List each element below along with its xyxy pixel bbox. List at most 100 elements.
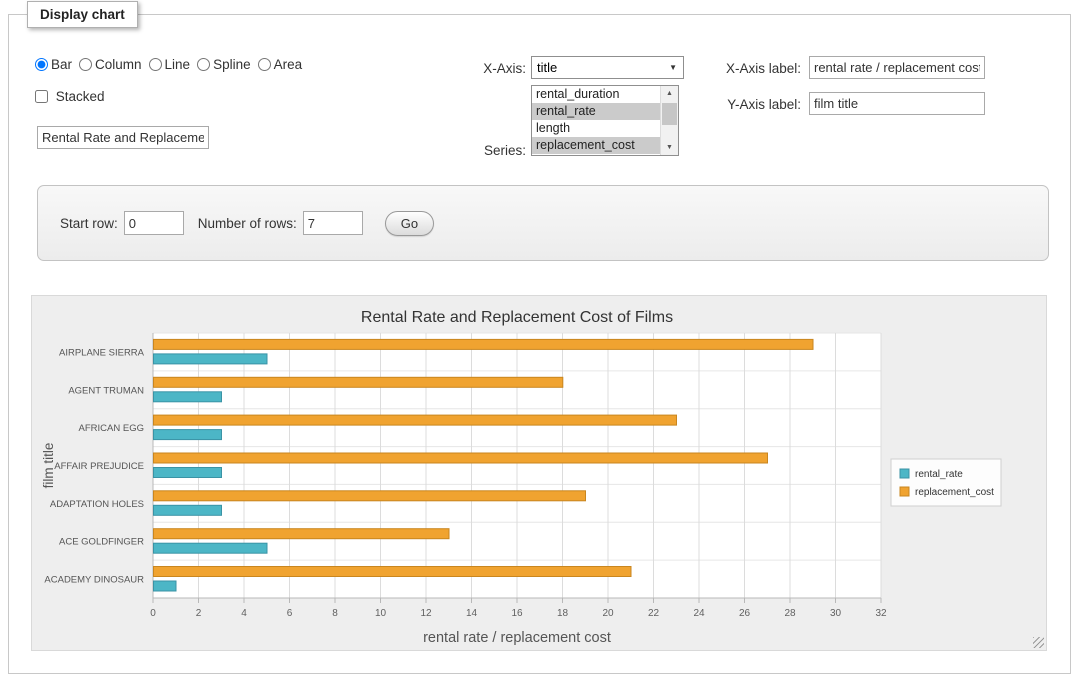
category-label: ADAPTATION HOLES xyxy=(50,499,144,510)
x-tick-label: 2 xyxy=(196,608,202,619)
legend-box xyxy=(891,459,1001,506)
category-label: AFFAIR PREJUDICE xyxy=(54,461,144,472)
x-tick-label: 6 xyxy=(287,608,293,619)
legend-label: replacement_cost xyxy=(915,487,994,498)
category-label: ACE GOLDFINGER xyxy=(59,537,144,548)
x-tick-label: 20 xyxy=(602,608,614,619)
x-tick-label: 32 xyxy=(875,608,887,619)
x-tick-label: 8 xyxy=(332,608,338,619)
y-axis-title: film title xyxy=(41,443,56,489)
start-row-label: Start row: xyxy=(60,216,118,231)
xaxis-select[interactable]: title ▼ xyxy=(531,56,684,79)
resize-handle-icon[interactable] xyxy=(1033,637,1044,648)
chart-type-radio-label: Column xyxy=(95,57,142,72)
chart-title: Rental Rate and Replacement Cost of Film… xyxy=(361,309,673,326)
legend-swatch xyxy=(900,469,909,478)
chart-type-radios: Bar Column Line Spline Area xyxy=(35,57,309,72)
category-label: AFRICAN EGG xyxy=(79,423,144,434)
yaxis-field-label: Y-Axis label: xyxy=(677,97,801,112)
bar-replacement_cost xyxy=(154,339,814,349)
chart-type-spline[interactable]: Spline xyxy=(197,57,251,72)
chart-type-radio-label: Area xyxy=(274,57,303,72)
x-tick-label: 16 xyxy=(511,608,523,619)
bar-rental_rate xyxy=(154,430,222,440)
scrollbar-thumb[interactable] xyxy=(662,103,677,125)
stacked-checkbox-row[interactable]: Stacked xyxy=(35,89,105,104)
chart-panel: 02468101214161820222426283032AIRPLANE SI… xyxy=(31,295,1047,651)
chart-title-input[interactable] xyxy=(37,126,209,149)
xaxis-label-input[interactable] xyxy=(809,56,985,79)
chart-type-radio-label: Spline xyxy=(213,57,251,72)
legend-item-replacement_cost[interactable]: replacement_cost xyxy=(900,487,994,498)
row-controls-panel: Start row: Number of rows: Go xyxy=(37,185,1049,261)
bar-replacement_cost xyxy=(154,377,563,387)
x-tick-label: 30 xyxy=(830,608,842,619)
num-rows-label: Number of rows: xyxy=(198,216,297,231)
legend-item-rental_rate[interactable]: rental_rate xyxy=(900,469,963,480)
chart-type-column[interactable]: Column xyxy=(79,57,142,72)
x-tick-label: 12 xyxy=(420,608,432,619)
x-tick-label: 0 xyxy=(150,608,156,619)
chart-type-area[interactable]: Area xyxy=(258,57,303,72)
bar-rental_rate xyxy=(154,505,222,515)
category-label: AGENT TRUMAN xyxy=(68,385,144,396)
bar-rental_rate xyxy=(154,581,177,591)
panel-legend: Display chart xyxy=(27,1,138,28)
chart-type-line[interactable]: Line xyxy=(149,57,191,72)
bar-rental_rate xyxy=(154,468,222,478)
xaxis-field-label: X-Axis label: xyxy=(677,61,801,76)
chart-type-radio-line[interactable] xyxy=(149,58,162,71)
series-option-rental_duration[interactable]: rental_duration xyxy=(532,86,661,103)
x-tick-label: 28 xyxy=(784,608,796,619)
legend-label: rental_rate xyxy=(915,469,963,480)
series-listbox[interactable]: rental_durationrental_ratelengthreplacem… xyxy=(531,85,679,156)
series-option-replacement_cost[interactable]: replacement_cost xyxy=(532,137,661,154)
bar-rental_rate xyxy=(154,543,268,553)
page: Display chart Bar Column Line Spline Area St… xyxy=(0,0,1081,681)
x-tick-label: 22 xyxy=(648,608,660,619)
chart-type-radio-label: Line xyxy=(165,57,191,72)
chart-type-radio-label: Bar xyxy=(51,57,72,72)
scroll-up-icon[interactable]: ▲ xyxy=(661,86,678,101)
x-tick-label: 4 xyxy=(241,608,247,619)
series-options: rental_durationrental_ratelengthreplacem… xyxy=(532,86,661,155)
chart-type-bar[interactable]: Bar xyxy=(35,57,72,72)
legend-swatch xyxy=(900,487,909,496)
category-label: ACADEMY DINOSAUR xyxy=(44,575,144,586)
display-chart-panel: Display chart BarColumnLineSplineArea St… xyxy=(8,14,1071,674)
chart-type-radio-column[interactable] xyxy=(79,58,92,71)
category-label: AIRPLANE SIERRA xyxy=(59,347,145,358)
start-row-input[interactable] xyxy=(124,211,184,235)
series-option-rental_rate[interactable]: rental_rate xyxy=(532,103,661,120)
series-label: Series: xyxy=(426,143,526,158)
x-tick-label: 26 xyxy=(739,608,751,619)
go-button[interactable]: Go xyxy=(385,211,434,236)
bar-replacement_cost xyxy=(154,491,586,501)
bar-replacement_cost xyxy=(154,415,677,425)
scroll-down-icon[interactable]: ▼ xyxy=(661,140,678,155)
x-tick-label: 14 xyxy=(466,608,478,619)
bar-replacement_cost xyxy=(154,453,768,463)
xaxis-select-value: title xyxy=(537,60,557,75)
chart-type-radio-area[interactable] xyxy=(258,58,271,71)
bar-rental_rate xyxy=(154,392,222,402)
series-option-length[interactable]: length xyxy=(532,120,661,137)
stacked-checkbox[interactable] xyxy=(35,90,48,103)
chart-canvas: 02468101214161820222426283032AIRPLANE SI… xyxy=(35,299,1043,647)
num-rows-input[interactable] xyxy=(303,211,363,235)
bar-replacement_cost xyxy=(154,567,632,577)
chart-legend: rental_rate replacement_cost xyxy=(891,459,1001,506)
bar-replacement_cost xyxy=(154,529,450,539)
x-tick-label: 10 xyxy=(375,608,387,619)
x-axis-title: rental rate / replacement cost xyxy=(423,630,611,646)
yaxis-label-input[interactable] xyxy=(809,92,985,115)
chevron-down-icon: ▼ xyxy=(669,57,677,78)
stacked-label: Stacked xyxy=(56,89,105,104)
bar-rental_rate xyxy=(154,354,268,364)
x-tick-label: 18 xyxy=(557,608,569,619)
chart-type-radio-spline[interactable] xyxy=(197,58,210,71)
x-tick-label: 24 xyxy=(693,608,705,619)
chart-type-radio-bar[interactable] xyxy=(35,58,48,71)
row-controls: Start row: Number of rows: Go xyxy=(60,186,434,260)
series-scrollbar[interactable]: ▲ ▼ xyxy=(660,86,678,155)
